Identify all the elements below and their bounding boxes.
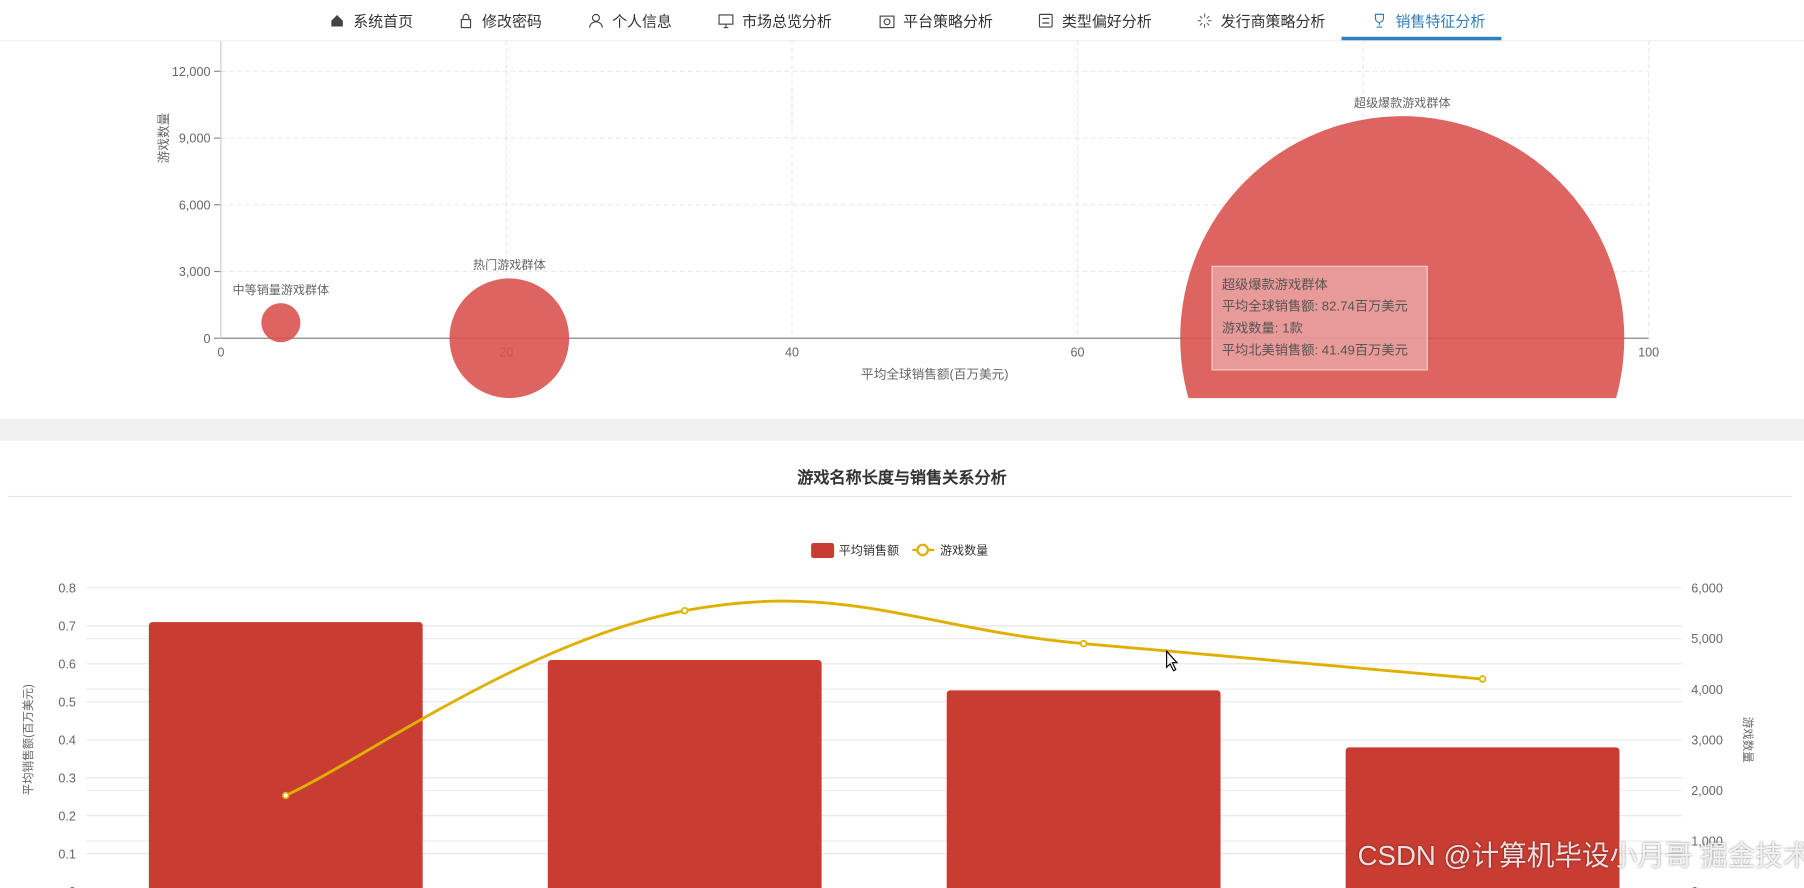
settings-panel-icon xyxy=(1038,13,1053,28)
y-tick-label: 0.6 xyxy=(58,657,76,671)
legend-label: 游戏数量 xyxy=(940,543,988,558)
line-point xyxy=(282,791,290,800)
bar xyxy=(148,622,423,888)
y2-axis-label: 游戏数量 xyxy=(1741,717,1755,763)
tooltip-line: 平均全球销售额: 82.74百万美元 xyxy=(1221,300,1408,315)
tooltip-line: 平均北美销售额: 41.49百万美元 xyxy=(1221,343,1408,358)
x-tick-label: 40 xyxy=(785,346,799,360)
nav-item-label: 系统首页 xyxy=(353,12,414,30)
tooltip-title: 超级爆款游戏群体 xyxy=(1221,278,1328,293)
top-nav: 系统首页 修改密码 个人信息 市场总览分析 平台策略分析 类型偏好分析 发行商策略分析 销售特… xyxy=(0,0,1804,42)
bubble-label: 超级爆款游戏群体 xyxy=(1354,95,1451,110)
y-tick-label: 6,000 xyxy=(179,198,211,212)
bubble-point xyxy=(261,303,301,343)
nav-item-label: 销售特征分析 xyxy=(1395,12,1486,30)
nav-item-label: 平台策略分析 xyxy=(903,12,993,30)
active-tab-indicator xyxy=(1341,36,1502,41)
name-length-chart-panel: 游戏名称长度与销售关系分析 00.10.20.30.40.50.60.70.80… xyxy=(0,440,1804,888)
loading-icon xyxy=(1197,13,1212,28)
y-axis-label: 平均销售额(百万美元) xyxy=(21,684,35,795)
watermark: CSDN @计算机毕设小月哥 掘金技术社区 xyxy=(1357,841,1804,873)
x-tick-label: 60 xyxy=(1071,346,1085,360)
tooltip-line: 游戏数量: 1款 xyxy=(1221,322,1303,336)
y-tick-label: 12,000 xyxy=(172,65,211,79)
line-point xyxy=(680,606,689,615)
chart-tooltip: 超级爆款游戏群体 平均全球销售额: 82.74百万美元 游戏数量: 1款 平均北… xyxy=(1211,265,1428,371)
home-icon xyxy=(331,14,343,26)
bubble-chart-panel: 03,0006,0009,00012,000020406080100平均全球销售… xyxy=(0,40,1804,419)
legend-bar-swatch xyxy=(811,543,835,558)
bubble-label: 中等销量游戏群体 xyxy=(233,282,330,297)
mouse-cursor-icon xyxy=(1166,649,1179,672)
nav-item-label: 个人信息 xyxy=(612,12,672,30)
y2-tick-label: 4,000 xyxy=(1691,683,1723,697)
trophy-icon xyxy=(1374,13,1385,28)
y2-tick-label: 6,000 xyxy=(1691,582,1723,596)
y2-tick-label: 5,000 xyxy=(1691,632,1723,646)
legend-line-marker xyxy=(916,543,930,557)
legend-label: 平均销售额 xyxy=(839,543,899,558)
line-point xyxy=(1079,639,1088,648)
nav-item-2[interactable]: 个人信息 xyxy=(583,0,676,40)
y-tick-label: 3,000 xyxy=(179,265,211,279)
bar-line-chart: 00.10.20.30.40.50.60.70.801,0002,0003,00… xyxy=(21,543,1755,888)
nav-item-label: 修改密码 xyxy=(482,12,542,30)
y-tick-label: 0 xyxy=(204,332,211,346)
camera-icon xyxy=(879,14,895,28)
line-point xyxy=(1478,675,1487,683)
y2-tick-label: 2,000 xyxy=(1691,784,1723,798)
bubble-label: 热门游戏群体 xyxy=(473,257,545,272)
nav-item-7[interactable]: 销售特征分析 xyxy=(1367,0,1490,40)
y-tick-label: 0.8 xyxy=(58,582,76,596)
bar xyxy=(946,690,1221,888)
nav-item-0[interactable]: 系统首页 xyxy=(324,0,417,40)
nav-item-6[interactable]: 发行商策略分析 xyxy=(1192,0,1330,40)
nav-item-5[interactable]: 类型偏好分析 xyxy=(1033,0,1156,40)
x-tick-label: 100 xyxy=(1638,346,1659,360)
bar xyxy=(547,660,822,888)
nav-item-label: 市场总览分析 xyxy=(742,12,832,30)
y-tick-label: 9,000 xyxy=(179,132,211,146)
y2-tick-label: 3,000 xyxy=(1691,733,1723,747)
y-tick-label: 0.3 xyxy=(58,771,76,785)
nav-item-1[interactable]: 修改密码 xyxy=(453,0,546,40)
y-axis-label: 游戏数量 xyxy=(157,112,171,163)
x-tick-label: 0 xyxy=(217,346,224,360)
bubble-point xyxy=(449,278,570,399)
y-tick-label: 0.1 xyxy=(58,847,76,861)
y-tick-label: 0.4 xyxy=(58,733,76,747)
bubble-chart: 03,0006,0009,00012,000020406080100平均全球销售… xyxy=(157,40,1659,399)
user-icon xyxy=(589,13,603,28)
nav-item-label: 发行商策略分析 xyxy=(1220,12,1326,30)
y-tick-label: 0.2 xyxy=(58,809,76,823)
nav-item-4[interactable]: 平台策略分析 xyxy=(874,0,997,40)
y-tick-label: 0.5 xyxy=(58,695,76,709)
nav-item-3[interactable]: 市场总览分析 xyxy=(713,0,836,40)
y-tick-label: 0.7 xyxy=(58,619,76,633)
x-axis-label: 平均全球销售额(百万美元) xyxy=(861,367,1008,382)
nav-item-label: 类型偏好分析 xyxy=(1061,12,1152,30)
lock-icon xyxy=(460,13,472,28)
line-series xyxy=(285,599,1483,797)
monitor-icon xyxy=(718,13,734,28)
